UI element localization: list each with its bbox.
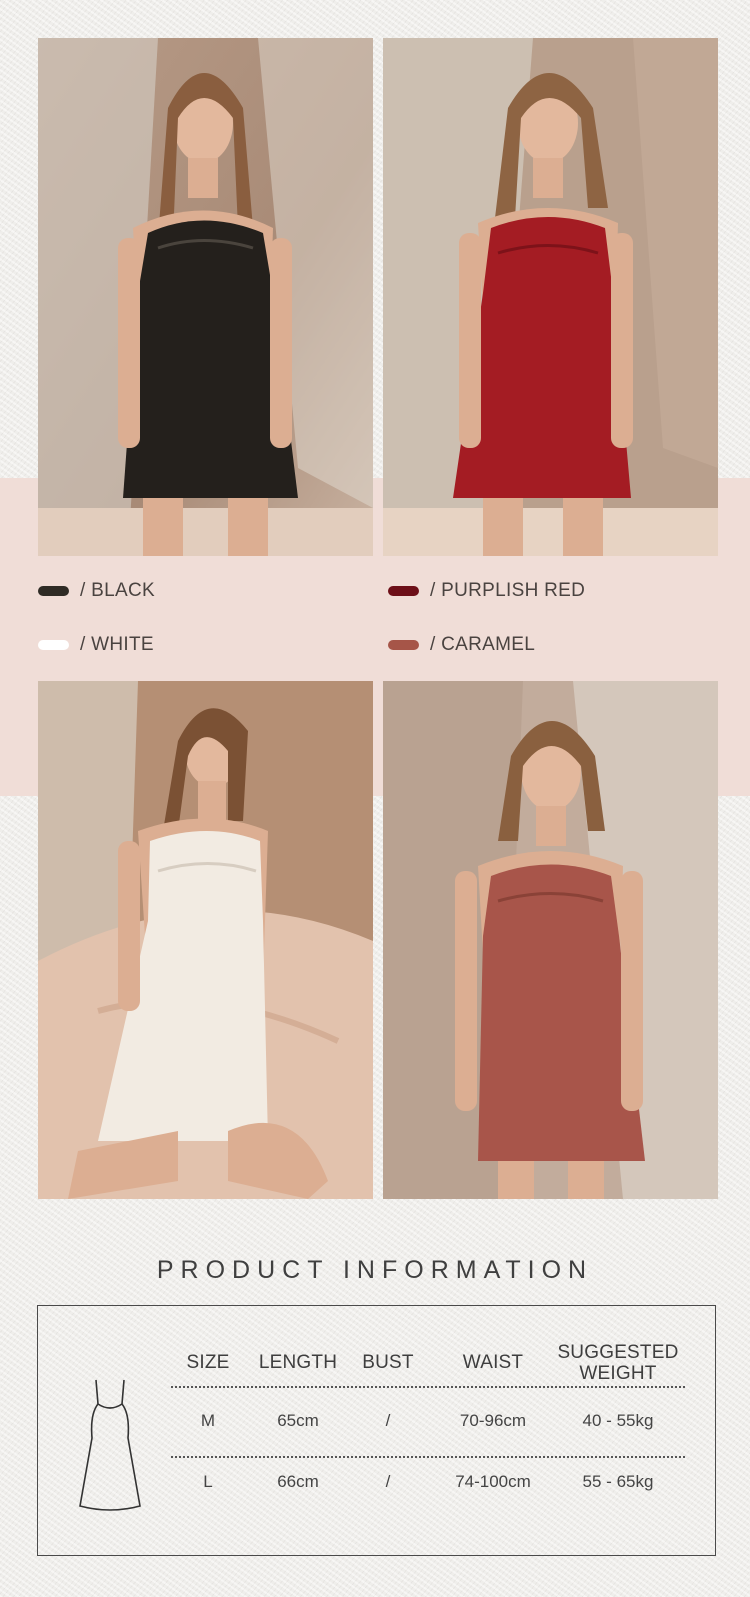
cell-waist-l: 74-100cm bbox=[455, 1472, 531, 1491]
header-length: LENGTH bbox=[258, 1352, 338, 1373]
color-swatch-purplish-red bbox=[388, 586, 419, 596]
color-swatch-caramel bbox=[388, 640, 419, 650]
color-option-purplish-red: / PURPLISH RED bbox=[388, 576, 585, 606]
cell-weight-l: 55 - 65kg bbox=[582, 1472, 654, 1491]
color-label-purplish-red: / PURPLISH RED bbox=[430, 580, 586, 601]
cell-length-m: 65cm bbox=[277, 1411, 319, 1430]
color-swatch-black bbox=[38, 586, 69, 596]
header-suggested-weight: SUGGESTED WEIGHT bbox=[548, 1342, 688, 1384]
header-size: SIZE bbox=[186, 1352, 230, 1373]
product-photo-caramel bbox=[383, 681, 718, 1199]
table-divider bbox=[171, 1456, 685, 1458]
cell-length-l: 66cm bbox=[277, 1472, 319, 1491]
cell-bust-l: / bbox=[385, 1472, 391, 1491]
header-waist: WAIST bbox=[462, 1352, 524, 1373]
cell-bust-m: / bbox=[385, 1411, 391, 1430]
color-label-caramel: / CARAMEL bbox=[430, 634, 536, 655]
cell-weight-m: 40 - 55kg bbox=[582, 1411, 654, 1430]
color-label-white: / WHITE bbox=[80, 634, 154, 655]
color-option-black: / BLACK bbox=[38, 576, 155, 606]
cell-size-l: L bbox=[203, 1472, 213, 1491]
product-photo-purplish-red bbox=[383, 38, 718, 556]
product-photo-white bbox=[38, 681, 373, 1199]
header-bust: BUST bbox=[362, 1352, 414, 1373]
slip-dress-outline-icon bbox=[79, 1379, 141, 1511]
color-label-black: / BLACK bbox=[80, 580, 155, 601]
color-swatch-white bbox=[38, 640, 69, 650]
color-option-white: / WHITE bbox=[38, 630, 154, 660]
product-information-title: PRODUCT INFORMATION bbox=[156, 1256, 594, 1284]
header-suggested-weight-line1: SUGGESTED bbox=[557, 1342, 679, 1363]
size-chart-box: SIZE LENGTH BUST WAIST SUGGESTED WEIGHT … bbox=[37, 1305, 716, 1556]
header-suggested-weight-line2: WEIGHT bbox=[579, 1363, 657, 1384]
cell-waist-m: 70-96cm bbox=[459, 1411, 527, 1430]
product-photo-black bbox=[38, 38, 373, 556]
cell-size-m: M bbox=[200, 1411, 216, 1430]
color-option-caramel: / CARAMEL bbox=[388, 630, 535, 660]
table-divider bbox=[171, 1386, 685, 1388]
